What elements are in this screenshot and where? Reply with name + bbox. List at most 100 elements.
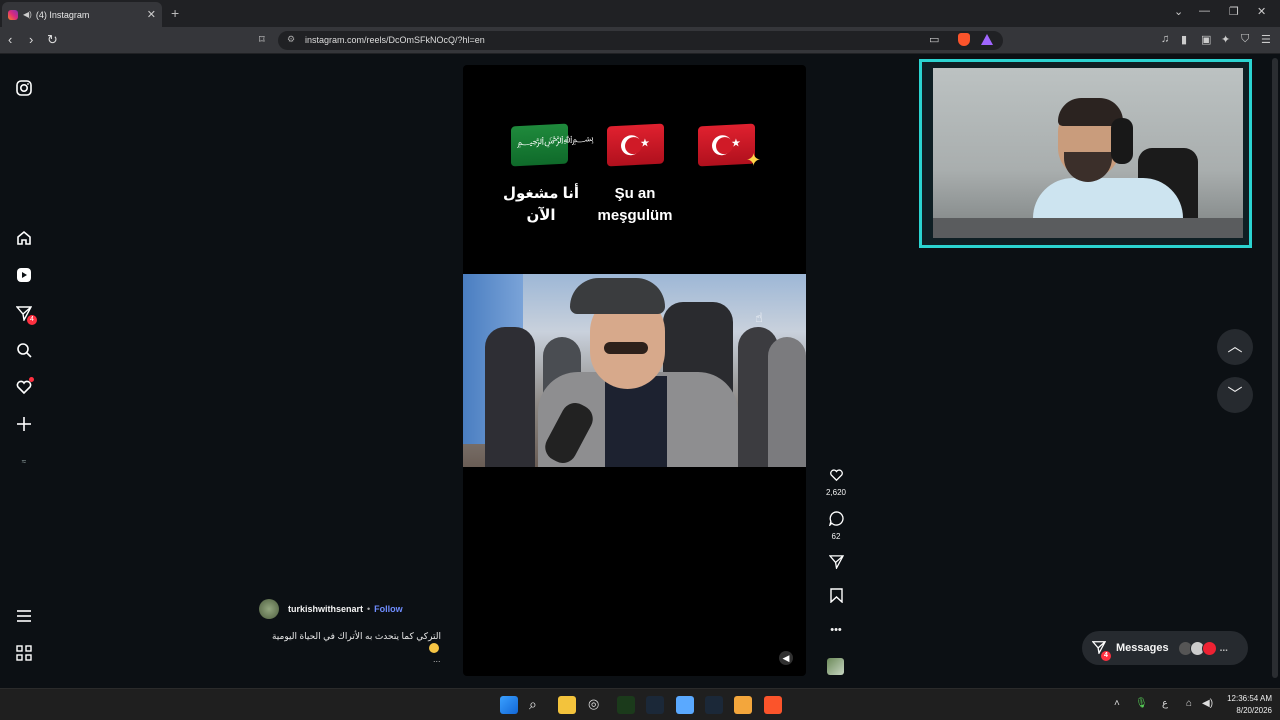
tab-title: (4) Instagram [35,9,90,20]
next-reel-button[interactable]: ﹀ [1217,377,1253,413]
vpn-icon[interactable]: ⛉ [1241,33,1249,46]
comment-button[interactable]: 62 [825,511,847,541]
language-indicator[interactable]: ع [1162,698,1168,709]
more-options-button[interactable]: ••• [825,622,847,638]
url-bar[interactable]: ⚙ instagram.com/reels/DcOmSFkNOcQ/?hl=en [278,31,1003,50]
restore-icon[interactable]: ❐ [1229,5,1239,18]
forward-icon[interactable]: › [29,32,33,47]
brave-shields-icon[interactable] [958,33,970,46]
arabic-caption: أنا مشغول الآن [502,185,579,224]
save-button[interactable] [825,588,847,607]
emoji-icon [429,643,439,653]
network-icon[interactable]: ⌂ [1186,698,1192,709]
heart-icon [825,468,847,486]
sidebar-icon[interactable]: ▮ [1181,33,1187,46]
messages-label: Messages [1116,642,1169,654]
leo-ai-icon[interactable]: ✦ [1221,33,1230,46]
audio-thumbnail[interactable] [827,658,844,675]
messages-button[interactable]: 4 Messages ... [1082,631,1248,665]
heart-icon[interactable] [14,377,34,397]
home-icon[interactable] [14,228,34,248]
clock[interactable]: 12:36:54 AM 8/20/2026 [1222,693,1272,717]
close-window-icon[interactable]: ✕ [1257,5,1266,18]
wallet-icon[interactable]: ▣ [1201,33,1211,46]
address-toolbar: ‹ › ↻ ⌑ ⚙ instagram.com/reels/DcOmSFkNOc… [0,27,1280,54]
previous-reel-button[interactable]: ︿ [1217,329,1253,365]
browser-tab[interactable]: ◀) (4) Instagram ✕ [2,2,162,27]
instagram-favicon-icon [8,9,18,20]
comment-count: 62 [831,532,841,541]
new-tab-button[interactable]: + [171,5,179,21]
message-avatars [1177,640,1217,656]
minimize-icon[interactable]: — [1199,5,1210,17]
plus-icon[interactable] [14,414,34,434]
share-button[interactable] [825,554,847,573]
send-icon[interactable]: 4 [14,303,37,325]
avatar[interactable] [259,599,279,619]
saudi-flag-icon [511,123,568,167]
turkish-caption: Şu an meşgulüm [597,185,673,224]
reel-author: turkishwithsenart • Follow [259,599,403,619]
reel-title-card: ★ ★ ✦ أنا مشغول الآن Şu an meşgulüm [463,65,806,274]
menu-icon[interactable] [14,606,34,626]
like-button[interactable]: 2,620 [825,468,847,497]
comment-icon [825,511,847,530]
start-icon[interactable] [500,696,518,714]
sparkles-icon: ✦ [746,150,762,170]
tray-expand-icon[interactable]: ˄ [1114,698,1120,709]
steam-icon[interactable] [646,696,664,714]
turkey-flag-icon: ★ [607,123,664,167]
close-tab-icon[interactable]: ✕ [147,8,156,21]
send-icon: 4 [1091,640,1111,661]
volume-icon[interactable]: ◀ [779,651,793,665]
browser-menu-icon[interactable]: ☰ [1261,33,1271,46]
like-count: 2,620 [825,488,847,497]
audio-playing-icon[interactable]: ◀) [23,10,32,19]
headset-icon [1111,118,1133,164]
mouse-cursor-icon: ☝ [755,310,763,325]
brave-icon[interactable] [764,696,782,714]
tab-search-icon[interactable]: ⌄ [1174,5,1183,18]
date: 8/20/2026 [1236,706,1272,715]
steam-icon[interactable] [705,696,723,714]
bookmark-icon[interactable]: ⌑ [259,33,265,46]
reload-icon[interactable]: ↻ [47,32,58,48]
ellipsis-icon: ••• [830,624,842,636]
search-icon[interactable] [14,340,34,360]
cast-icon[interactable]: ▭ [929,33,939,46]
chrome-icon[interactable]: ◎ [588,696,606,714]
separator: • [367,604,371,614]
page-scrollbar[interactable] [1270,54,1280,688]
xbox-app-icon[interactable] [617,696,635,714]
grid-icon[interactable] [14,643,34,663]
reels-icon[interactable] [14,265,34,285]
search-icon[interactable]: ⌕ [529,696,547,714]
webcam-overlay [919,59,1252,248]
author-name[interactable]: turkishwithsenart [288,604,363,614]
media-icon[interactable]: ♫ [1161,33,1169,45]
windows-taskbar: ⌕ ◎ ˄ 🎙 ع ⌂ ◀) 12:36:54 AM 8/20/2026 [0,688,1280,720]
microphone-icon[interactable]: 🎙 [1135,698,1148,709]
reel-video[interactable]: ★ ★ ✦ أنا مشغول الآن Şu an meşgulüm ◀ [463,65,806,676]
interview-clip [463,274,806,467]
back-icon[interactable]: ‹ [8,32,12,47]
store-icon[interactable] [676,696,694,714]
brave-rewards-icon[interactable] [981,34,993,45]
time: 12:36:54 AM [1227,694,1272,703]
messages-badge: 4 [1101,650,1111,661]
bookmark-icon [825,588,847,607]
url-text: instagram.com/reels/DcOmSFkNOcQ/?hl=en [305,35,485,45]
follow-button[interactable]: Follow [374,604,403,614]
tab-bar: ◀) (4) Instagram ✕ + ⌄ — ❐ ✕ [0,0,1280,27]
instagram-icon[interactable] [14,78,34,98]
notification-dot [29,377,34,382]
file-explorer-icon[interactable] [558,696,576,714]
messages-more: ... [1219,642,1228,654]
site-info-icon[interactable]: ⚙ [287,34,295,45]
send-icon [825,554,847,573]
volume-icon[interactable]: ◀) [1202,698,1213,709]
more-caption-link[interactable]: ... [433,654,441,664]
direct-badge: 4 [27,315,37,325]
profile-avatar[interactable]: ≈ [14,451,34,471]
app-icon[interactable] [734,696,752,714]
